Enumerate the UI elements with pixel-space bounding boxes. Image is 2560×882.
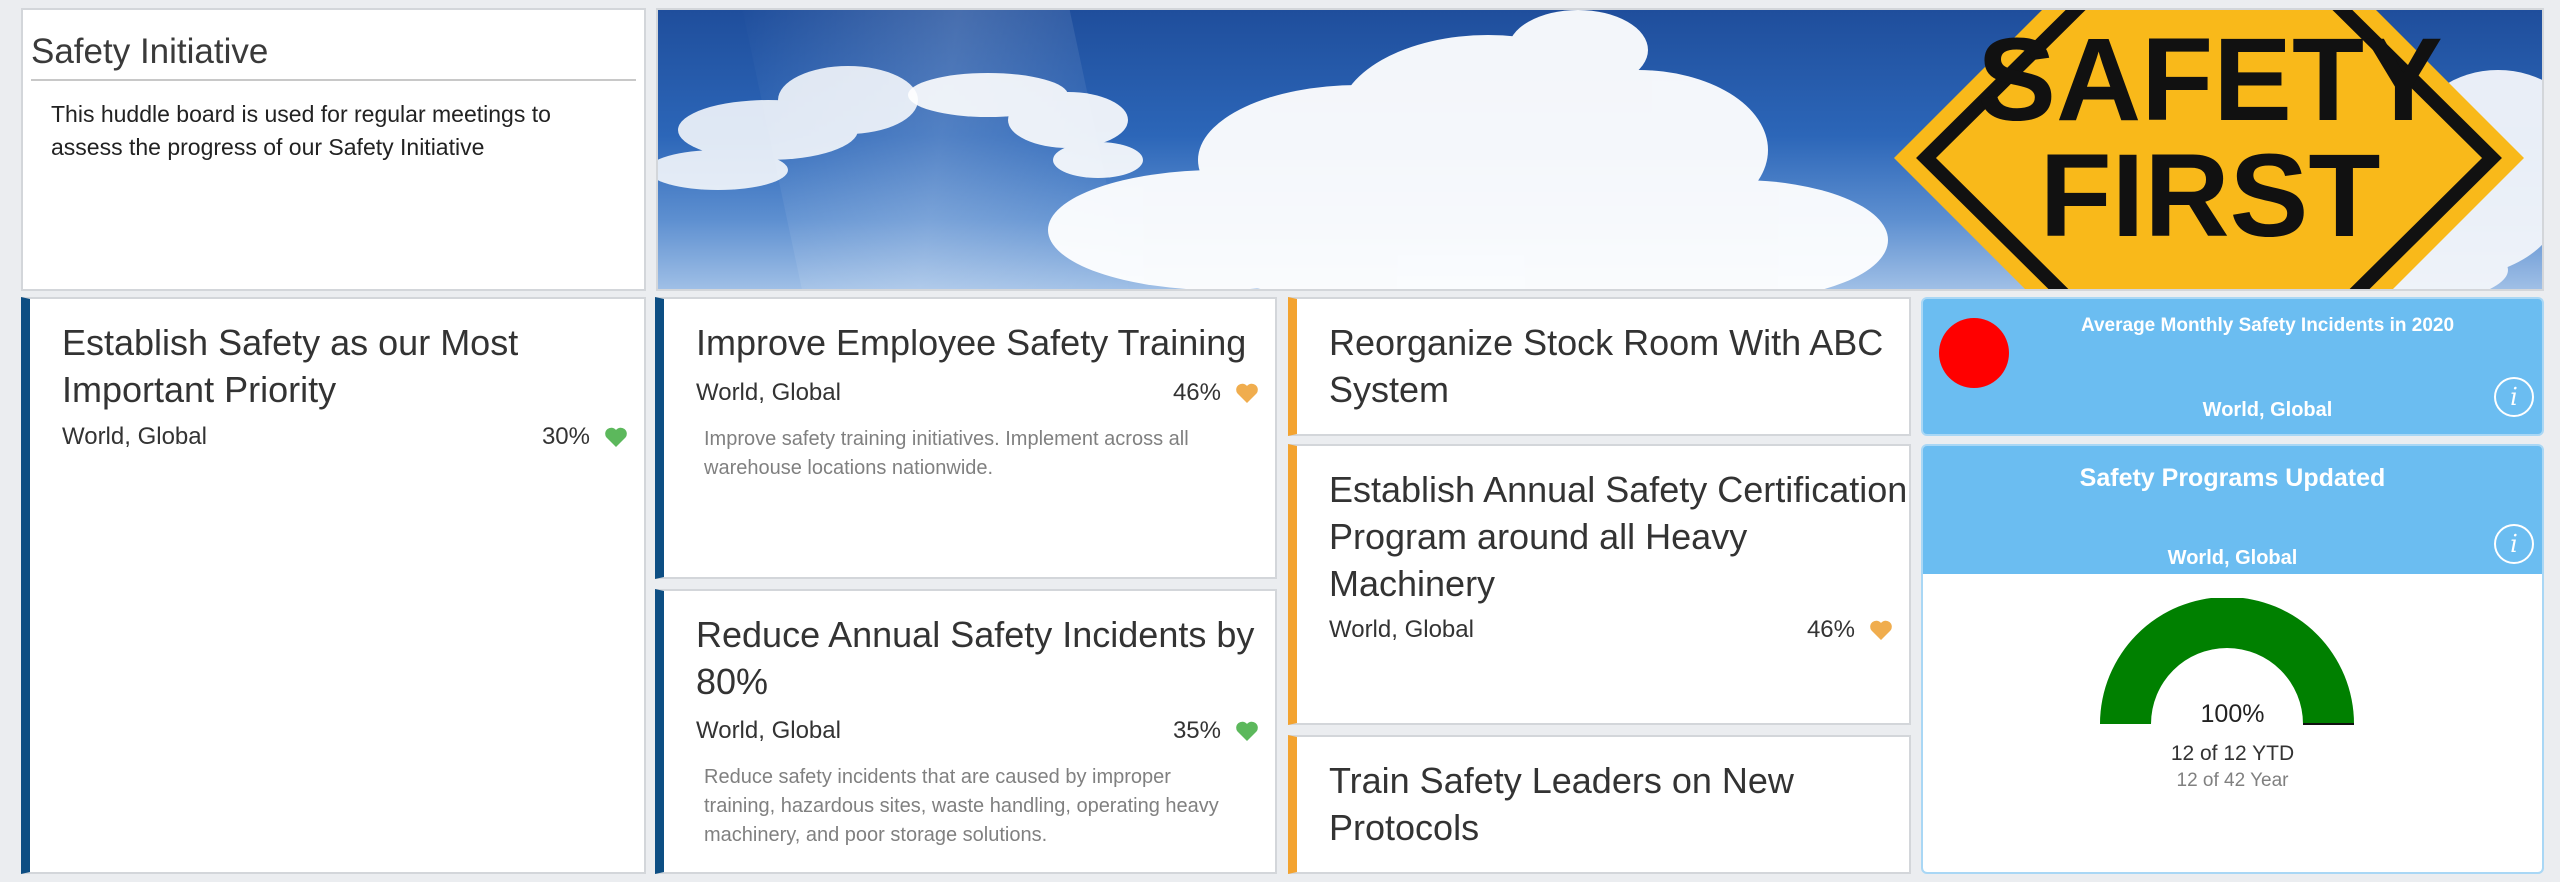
info-icon[interactable]: i xyxy=(2494,524,2534,564)
objective-card[interactable]: Establish Safety as our Most Important P… xyxy=(21,297,646,874)
objective-title: Reduce Annual Safety Incidents by 80% xyxy=(696,611,1254,705)
objective-title-line: Machinery xyxy=(1329,563,1496,604)
objective-card[interactable]: Reorganize Stock Room With ABC System xyxy=(1288,297,1911,436)
objective-description: Reduce safety incidents that are caused … xyxy=(704,763,1219,850)
board-description: This huddle board is used for regular me… xyxy=(51,101,551,160)
intro-card: Safety Initiative This huddle board is u… xyxy=(21,8,646,291)
objective-title-line: Reduce Annual Safety Incidents by xyxy=(696,614,1255,655)
objective-title-line: Train Safety Leaders on New xyxy=(1329,760,1794,801)
metric-card-incidents[interactable]: Average Monthly Safety Incidents in 2020… xyxy=(1921,297,2544,436)
objective-title: Reorganize Stock Room With ABC System xyxy=(1329,319,1883,413)
objective-title-line: Reorganize Stock Room With ABC xyxy=(1329,322,1884,363)
heart-icon xyxy=(1236,721,1258,741)
objective-title: Establish Safety as our Most Important P… xyxy=(62,319,518,413)
objective-percent: 46% xyxy=(1172,379,1221,406)
objective-description: Improve safety training initiatives. Imp… xyxy=(704,425,1189,483)
description-line: Improve safety training initiatives. Imp… xyxy=(704,428,1189,450)
metric-location: World, Global xyxy=(2202,399,2333,421)
safety-banner-image: SAFETY FIRST xyxy=(656,8,2544,291)
objective-card[interactable]: Improve Employee Safety Training World, … xyxy=(655,297,1277,579)
objective-title-line: Establish Annual Safety Certification xyxy=(1329,469,1908,510)
objective-location: World, Global xyxy=(696,717,841,744)
description-line: warehouse locations nationwide. xyxy=(704,457,994,479)
objective-card[interactable]: Reduce Annual Safety Incidents by 80% Wo… xyxy=(655,589,1277,874)
sign-line-1: SAFETY xyxy=(1977,14,2443,146)
objective-title-line: Program around all Heavy xyxy=(1329,516,1748,557)
objective-card[interactable]: Train Safety Leaders on New Protocols xyxy=(1288,735,1911,874)
objective-title: Improve Employee Safety Training xyxy=(696,322,1247,363)
gauge-ytd: 12 of 12 YTD xyxy=(2170,742,2295,765)
objective-percent: 30% xyxy=(541,423,590,450)
heart-icon xyxy=(1236,383,1258,403)
objective-title-line: Important Priority xyxy=(62,369,337,410)
gauge-year: 12 of 42 Year xyxy=(2176,770,2289,791)
objective-location: World, Global xyxy=(696,379,841,406)
description-line: training, hazardous sites, waste handlin… xyxy=(704,795,1219,817)
objective-title-line: Establish Safety as our Most xyxy=(62,322,519,363)
objective-location: World, Global xyxy=(1329,616,1474,643)
objective-title-line: System xyxy=(1329,369,1450,410)
objective-title-line: 80% xyxy=(696,661,769,702)
sign-line-2: FIRST xyxy=(2040,130,2381,262)
metric-location: World, Global xyxy=(2167,547,2298,569)
metric-title: Safety Programs Updated xyxy=(2079,464,2386,492)
objective-card[interactable]: Establish Annual Safety Certification Pr… xyxy=(1288,444,1911,725)
objective-title: Establish Annual Safety Certification Pr… xyxy=(1329,466,1907,607)
description-line: machinery, and poor storage solutions. xyxy=(704,824,1048,846)
objective-title: Train Safety Leaders on New Protocols xyxy=(1329,757,1794,851)
heart-icon xyxy=(1870,620,1892,640)
safety-first-sign-icon: SAFETY FIRST xyxy=(1894,10,2524,289)
title-divider xyxy=(31,79,636,81)
gauge-percent: 100% xyxy=(2200,700,2265,728)
heart-icon xyxy=(605,427,627,447)
board-title: Safety Initiative xyxy=(31,32,269,71)
description-line: Reduce safety incidents that are caused … xyxy=(704,766,1171,788)
objective-title-line: Protocols xyxy=(1329,807,1480,848)
metric-title: Average Monthly Safety Incidents in 2020 xyxy=(2080,315,2455,336)
info-icon[interactable]: i xyxy=(2494,377,2534,417)
gauge-panel: 100% 12 of 12 YTD 12 of 42 Year xyxy=(1923,574,2542,872)
objective-percent: 46% xyxy=(1806,616,1855,643)
metric-card-programs[interactable]: Safety Programs Updated World, Global i … xyxy=(1921,444,2544,874)
objective-percent: 35% xyxy=(1172,717,1221,744)
objective-location: World, Global xyxy=(62,423,207,450)
